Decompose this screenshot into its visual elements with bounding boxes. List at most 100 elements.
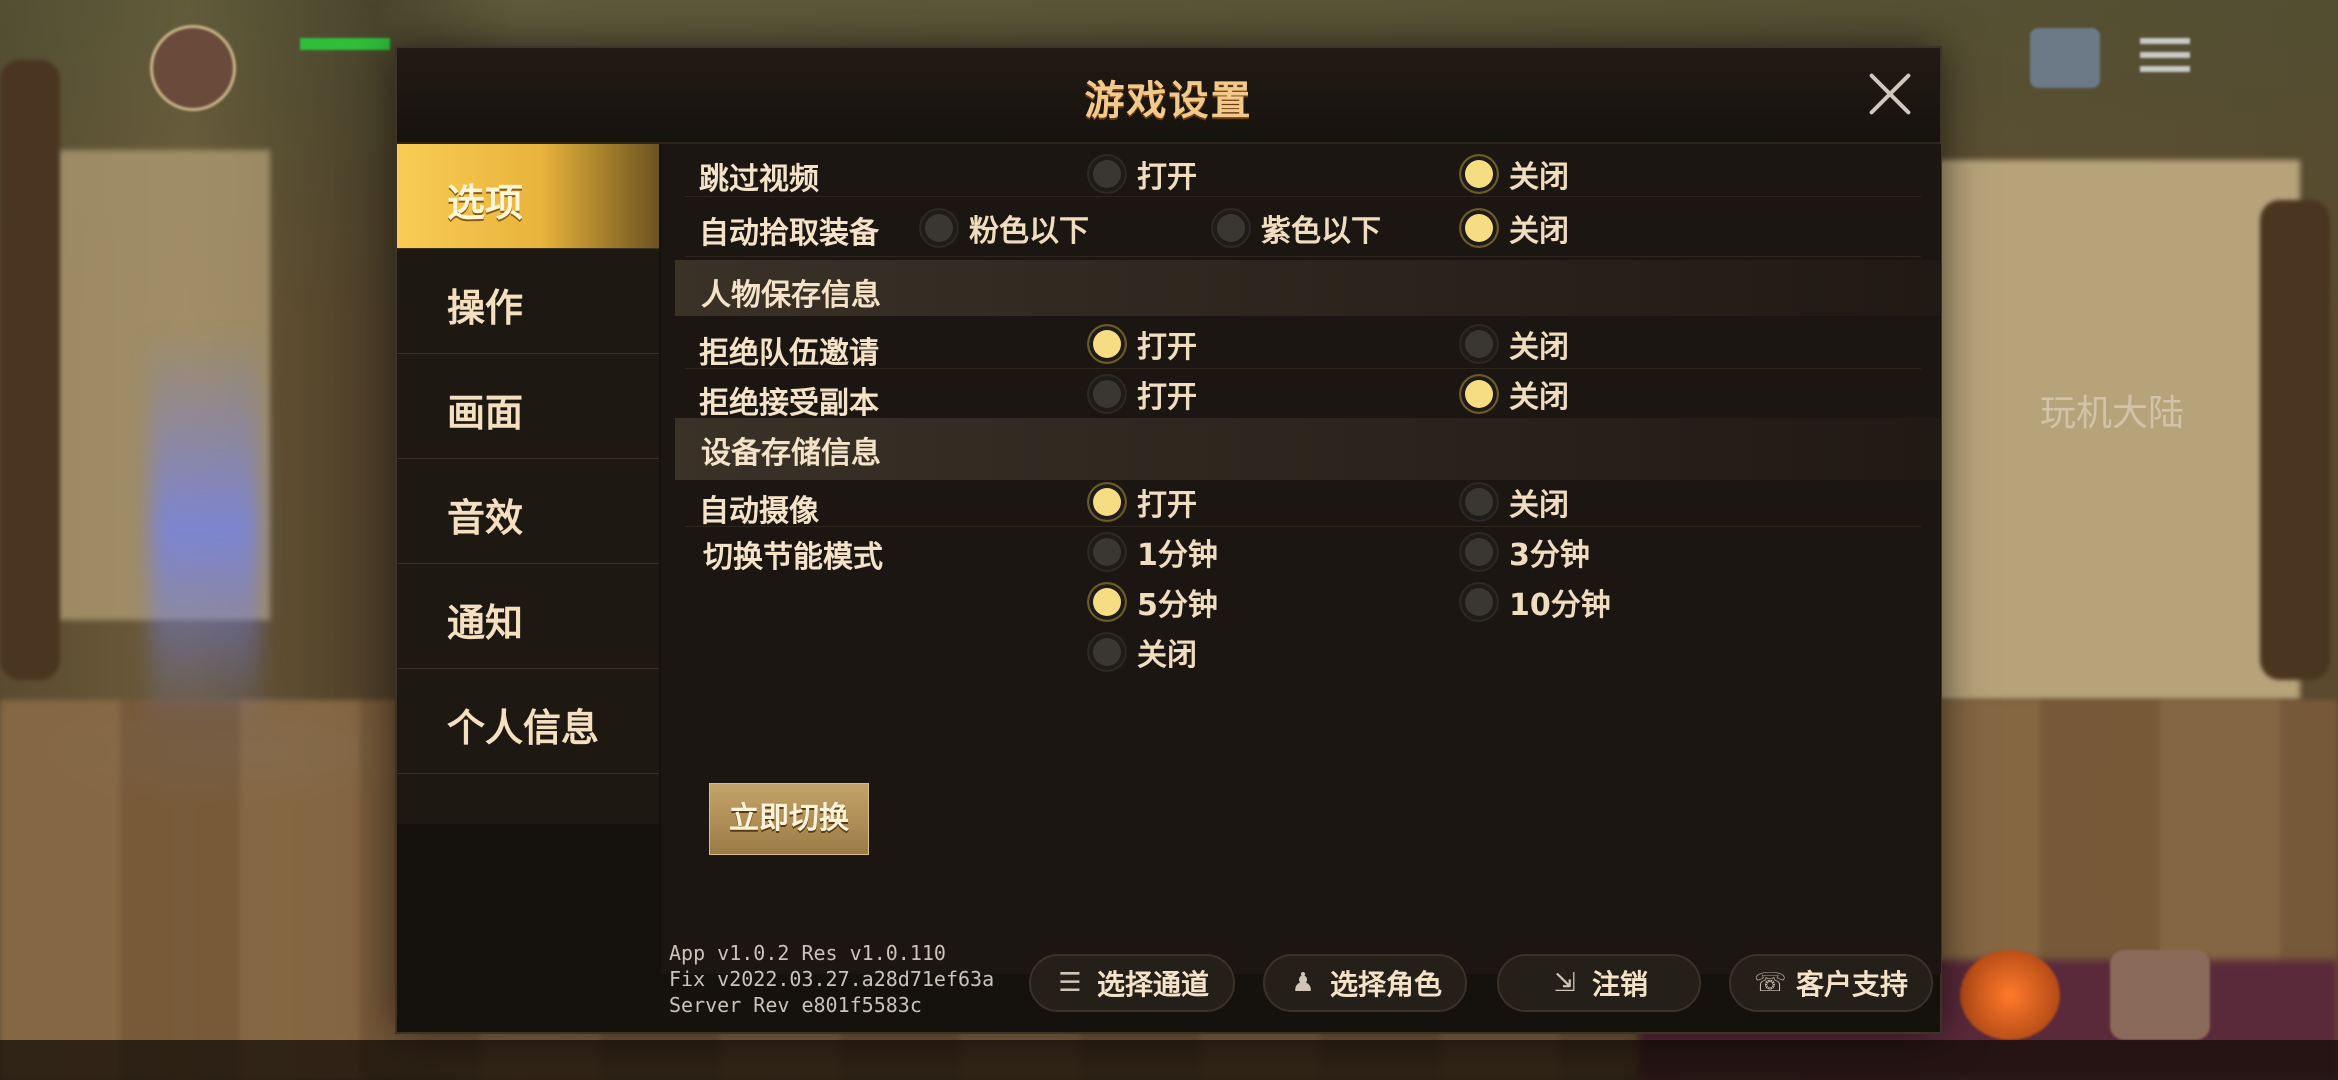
version-line: Server Rev e801f5583c — [669, 993, 922, 1017]
option-label: 关闭 — [1509, 380, 1569, 415]
logout-button[interactable]: ⇲ 注销 — [1497, 954, 1701, 1012]
portal-glow — [150, 330, 260, 730]
logout-icon: ⇲ — [1554, 968, 1576, 998]
option-label: 关闭 — [1509, 214, 1569, 249]
player-avatar[interactable] — [150, 25, 236, 111]
option-label: 关闭 — [1137, 638, 1197, 673]
section-header-device: 设备存储信息 — [675, 418, 1941, 480]
setting-row-auto-camera: 自动摄像 — [685, 474, 1921, 529]
power-save-10min-radio[interactable]: 10分钟 — [1461, 580, 1611, 624]
radio-icon — [1461, 534, 1497, 570]
tab-graphics[interactable]: 画面 — [397, 354, 659, 459]
mail-icon[interactable] — [2030, 28, 2100, 88]
tab-controls[interactable]: 操作 — [397, 249, 659, 354]
watermark: 玩机大陆 — [2040, 393, 2185, 434]
tab-label: 个人信息 — [447, 706, 600, 750]
radio-icon — [1213, 210, 1249, 246]
switch-now-label: 立即切换 — [729, 801, 849, 836]
version-line: App v1.0.2 Res v1.0.110 — [669, 941, 946, 965]
radio-icon — [1461, 584, 1497, 620]
power-save-5min-radio[interactable]: 5分钟 — [1089, 580, 1218, 624]
refuse-party-on-radio[interactable]: 打开 — [1089, 322, 1197, 366]
option-label: 打开 — [1137, 488, 1197, 523]
tab-options[interactable]: 选项 — [397, 144, 659, 249]
radio-icon — [1461, 376, 1497, 412]
option-label: 紫色以下 — [1261, 214, 1381, 249]
setting-row-refuse-dungeon: 拒绝接受副本 — [685, 368, 1921, 421]
power-save-1min-radio[interactable]: 1分钟 — [1089, 530, 1218, 574]
section-title: 人物保存信息 — [701, 278, 881, 313]
close-icon[interactable] — [1868, 72, 1912, 116]
auto-pickup-pink-radio[interactable]: 粉色以下 — [921, 206, 1089, 250]
tab-notifications[interactable]: 通知 — [397, 564, 659, 669]
tab-label: 通知 — [447, 601, 524, 645]
radio-icon — [1089, 326, 1125, 362]
button-label: 选择通道 — [1096, 968, 1209, 1001]
refuse-dungeon-off-radio[interactable]: 关闭 — [1461, 372, 1569, 416]
option-label: 粉色以下 — [969, 214, 1089, 249]
select-character-button[interactable]: ♟ 选择角色 — [1263, 954, 1467, 1012]
radio-icon — [1089, 484, 1125, 520]
setting-label: 拒绝接受副本 — [699, 386, 879, 421]
section-header-character: 人物保存信息 — [675, 260, 1941, 316]
tab-label: 画面 — [447, 391, 524, 435]
refuse-party-off-radio[interactable]: 关闭 — [1461, 322, 1569, 366]
radio-icon — [1461, 156, 1497, 192]
tab-label: 操作 — [447, 286, 524, 330]
radio-icon — [1089, 584, 1125, 620]
option-label: 1分钟 — [1137, 538, 1218, 573]
radio-icon — [1089, 534, 1125, 570]
setting-row-refuse-party: 拒绝队伍邀请 — [685, 316, 1921, 371]
settings-sidebar: 选项 操作 画面 音效 通知 个人信息 — [397, 144, 659, 824]
refuse-dungeon-on-radio[interactable]: 打开 — [1089, 372, 1197, 416]
option-label: 关闭 — [1509, 330, 1569, 365]
power-save-3min-radio[interactable]: 3分钟 — [1461, 530, 1590, 574]
shop-icon[interactable] — [2110, 950, 2210, 1040]
skip-video-on-radio[interactable]: 打开 — [1089, 152, 1197, 196]
option-label: 关闭 — [1509, 160, 1569, 195]
radio-icon — [1089, 376, 1125, 412]
auto-camera-on-radio[interactable]: 打开 — [1089, 480, 1197, 524]
player-hp-bar — [300, 38, 390, 50]
tab-profile[interactable]: 个人信息 — [397, 669, 659, 774]
button-label: 客户支持 — [1795, 968, 1908, 1001]
option-label: 5分钟 — [1137, 588, 1218, 623]
option-label: 打开 — [1137, 380, 1197, 415]
version-line: Fix v2022.03.27.a28d71ef63a — [669, 967, 995, 991]
support-icon: ☏ — [1753, 968, 1787, 998]
option-label: 10分钟 — [1509, 588, 1611, 623]
radio-icon — [1089, 634, 1125, 670]
section-title: 设备存储信息 — [701, 436, 881, 471]
event-icon[interactable] — [1960, 950, 2060, 1040]
button-label: 选择角色 — [1329, 968, 1442, 1001]
radio-icon — [1461, 484, 1497, 520]
tab-label: 选项 — [447, 181, 524, 225]
version-info: App v1.0.2 Res v1.0.110 Fix v2022.03.27.… — [669, 940, 994, 1018]
background-tree-left — [0, 60, 60, 680]
setting-label: 自动拾取装备 — [699, 216, 879, 251]
tab-sound[interactable]: 音效 — [397, 459, 659, 564]
tab-label: 音效 — [447, 496, 524, 540]
option-label: 3分钟 — [1509, 538, 1590, 573]
dialog-header: 游戏设置 — [397, 48, 1940, 144]
auto-pickup-purple-radio[interactable]: 紫色以下 — [1213, 206, 1381, 250]
button-label: 注销 — [1591, 968, 1648, 1001]
power-save-label: 切换节能模式 — [703, 540, 883, 575]
background-tree-right — [2260, 200, 2330, 680]
auto-pickup-off-radio[interactable]: 关闭 — [1461, 206, 1569, 250]
option-label: 打开 — [1137, 160, 1197, 195]
radio-icon — [921, 210, 957, 246]
setting-label: 自动摄像 — [699, 494, 819, 529]
switch-now-button[interactable]: 立即切换 — [709, 783, 869, 855]
settings-dialog: 游戏设置 选项 操作 画面 音效 通知 个人信息 跳过视频 打开 关闭 自动拾取… — [395, 46, 1942, 1034]
auto-camera-off-radio[interactable]: 关闭 — [1461, 480, 1569, 524]
radio-icon — [1089, 156, 1125, 192]
dialog-title: 游戏设置 — [1084, 78, 1253, 124]
list-icon: ☰ — [1058, 968, 1082, 998]
skip-video-off-radio[interactable]: 关闭 — [1461, 152, 1569, 196]
customer-support-button[interactable]: ☏ 客户支持 — [1729, 954, 1933, 1012]
menu-icon[interactable] — [2140, 38, 2190, 78]
option-label: 关闭 — [1509, 488, 1569, 523]
select-channel-button[interactable]: ☰ 选择通道 — [1029, 954, 1235, 1012]
power-save-off-radio[interactable]: 关闭 — [1089, 630, 1197, 674]
